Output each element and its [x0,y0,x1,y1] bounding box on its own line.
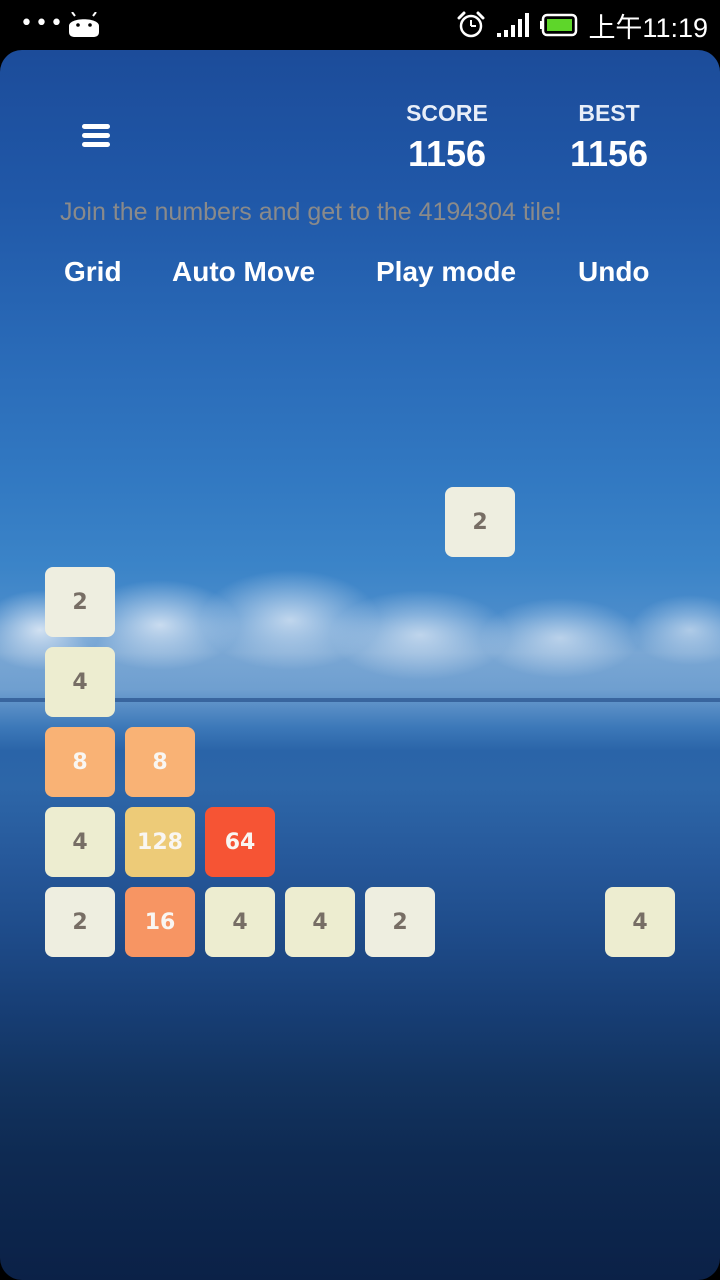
game-board[interactable]: 2 2 4 8 8 4 128 64 2 16 4 4 2 4 [0,0,720,1280]
tile-2: 2 [45,567,115,637]
tile-2: 2 [445,487,515,557]
tile-8: 8 [45,727,115,797]
tile-4: 4 [205,887,275,957]
tile-2: 2 [365,887,435,957]
tile-2: 2 [45,887,115,957]
tile-4: 4 [605,887,675,957]
tile-4: 4 [45,647,115,717]
tile-64: 64 [205,807,275,877]
tile-4: 4 [285,887,355,957]
tile-4: 4 [45,807,115,877]
tile-128: 128 [125,807,195,877]
tile-8: 8 [125,727,195,797]
tile-16: 16 [125,887,195,957]
